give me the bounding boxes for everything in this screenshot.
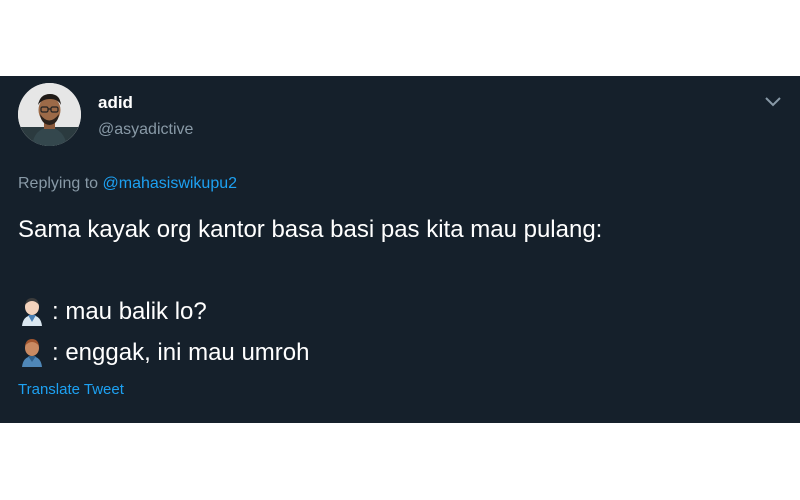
line2-text: : enggak, ini mau umroh xyxy=(52,339,310,366)
chevron-down-icon[interactable] xyxy=(764,94,782,108)
avatar-image xyxy=(18,83,81,146)
tweet-line-2: : enggak, ini mau umroh xyxy=(18,337,309,367)
display-name[interactable]: adid xyxy=(98,93,133,113)
tweet-text: Sama kayak org kantor basa basi pas kita… xyxy=(18,216,603,243)
user-handle[interactable]: @asyadictive xyxy=(98,121,193,139)
reply-context: Replying to @mahasiswikupu2 xyxy=(18,175,237,193)
tweet-card: adid @asyadictive Replying to @mahasiswi… xyxy=(0,76,800,423)
tweet-line-1: : mau balik lo? xyxy=(18,296,207,326)
man-medium-skin-emoji xyxy=(18,337,46,367)
translate-tweet-link[interactable]: Translate Tweet xyxy=(18,381,124,398)
reply-mention-link[interactable]: @mahasiswikupu2 xyxy=(103,175,238,192)
man-light-skin-emoji xyxy=(18,296,46,326)
reply-prefix: Replying to xyxy=(18,175,103,192)
line1-text: : mau balik lo? xyxy=(52,298,207,325)
avatar[interactable] xyxy=(18,83,81,146)
